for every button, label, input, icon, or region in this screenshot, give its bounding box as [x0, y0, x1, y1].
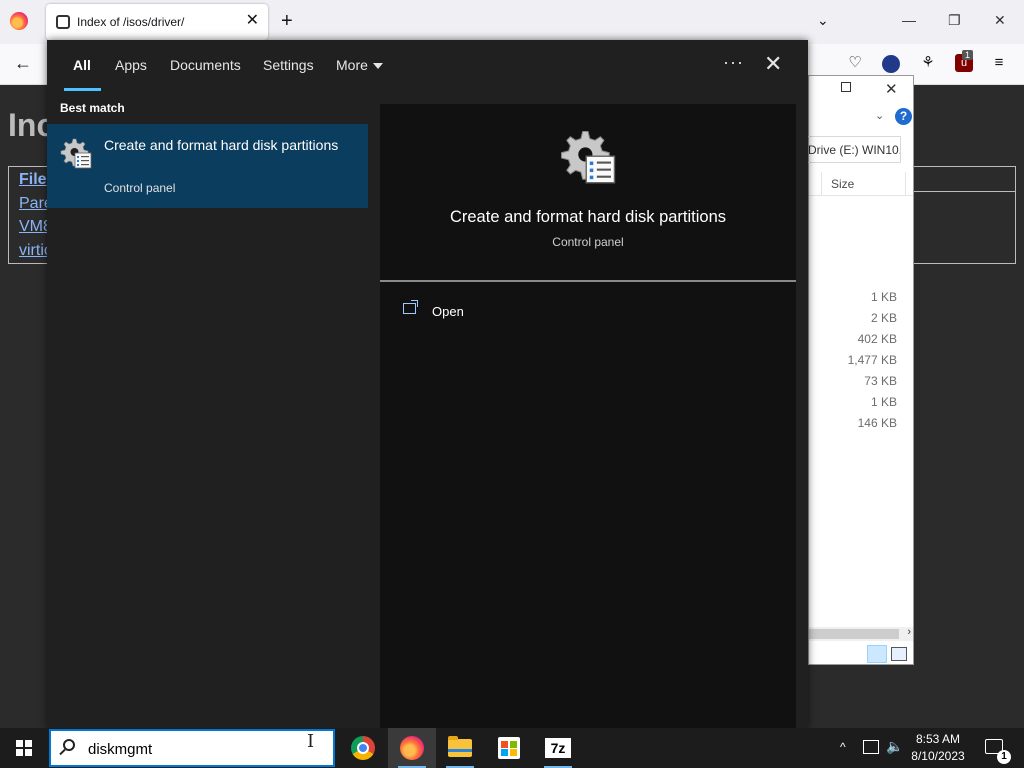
restore-button[interactable]: ❐ [948, 12, 961, 29]
open-icon [403, 300, 418, 314]
expand-ribbon-icon[interactable]: ⌄ [875, 109, 884, 122]
new-tab-button[interactable]: + [281, 10, 293, 32]
taskbar-app-firefox[interactable] [388, 728, 436, 768]
notification-count-badge: 1 [997, 750, 1011, 764]
taskbar-app-file-explorer[interactable] [436, 728, 484, 768]
search-filter-tabs: All Apps Documents Settings More ··· ✕ [47, 40, 808, 92]
tab-all[interactable]: All [73, 57, 91, 73]
more-options-icon[interactable]: ··· [723, 52, 744, 73]
result-detail-pane: Create and format hard disk partitions C… [380, 104, 796, 728]
extensions-icon[interactable]: ⚘ [919, 54, 937, 72]
taskbar-app-store[interactable] [485, 728, 533, 768]
taskbar-app-7zip[interactable]: 7z [534, 728, 582, 768]
tab-apps[interactable]: Apps [115, 57, 147, 73]
help-icon[interactable]: ? [895, 108, 912, 125]
more-caret-icon[interactable] [373, 63, 383, 69]
file-size: 73 KB [864, 374, 897, 388]
back-arrow-icon[interactable]: ← [14, 53, 32, 74]
volume-icon[interactable]: 🔈 [886, 738, 903, 755]
open-action[interactable]: Open [400, 300, 600, 322]
search-icon [63, 739, 75, 751]
chrome-icon [351, 736, 375, 760]
ublock-badge: 1 [962, 50, 974, 60]
microsoft-store-icon [498, 737, 520, 759]
scrollbar-thumb[interactable] [809, 629, 899, 639]
tab-documents[interactable]: Documents [170, 57, 241, 73]
file-explorer-window: ✕ ⌄ ? Drive (E:) WIN10... Size 1 KB 2 KB… [799, 75, 914, 665]
browser-tab-bar: Index of /isos/driver/ ✕ + ⌄ — ❐ ✕ [0, 0, 1024, 44]
best-match-subtitle: Control panel [104, 181, 176, 195]
active-tab-indicator [64, 88, 101, 91]
best-match-result[interactable]: Create and format hard disk partitions C… [47, 124, 368, 208]
size-column-label: Size [831, 177, 855, 191]
tab-close-icon[interactable]: ✕ [246, 12, 259, 30]
detail-divider [380, 280, 796, 282]
detail-subtitle: Control panel [552, 235, 624, 249]
tab-title: Index of /isos/driver/ [77, 15, 185, 29]
file-size: 1 KB [870, 395, 897, 409]
address-bar[interactable]: Drive (E:) WIN10... [799, 136, 901, 163]
folder-icon [448, 736, 472, 757]
file-size: 1,477 KB [847, 353, 897, 367]
file-size: 402 KB [857, 332, 897, 346]
taskbar-search-box[interactable]: I [49, 729, 335, 767]
horizontal-scrollbar[interactable]: › [809, 626, 913, 641]
best-match-heading: Best match [60, 101, 125, 115]
results-list: Best match Create and format hard disk p… [47, 92, 380, 728]
taskbar-app-chrome[interactable] [339, 728, 387, 768]
file-column-header-link[interactable]: File [19, 171, 47, 189]
search-close-icon[interactable]: ✕ [764, 52, 782, 76]
scroll-right-icon[interactable]: › [907, 626, 911, 638]
file-size: 146 KB [857, 416, 897, 430]
disk-management-large-icon [561, 131, 616, 184]
taskbar: I 7z ^ 🔈 8:53 AM 8/10/2023 1 [0, 728, 1024, 768]
open-action-label: Open [432, 304, 464, 319]
clock-time[interactable]: 8:53 AM [908, 732, 968, 746]
clock-date[interactable]: 8/10/2023 [908, 749, 968, 763]
start-button[interactable] [0, 728, 48, 768]
file-size: 1 KB [870, 290, 897, 304]
best-match-title: Create and format hard disk partitions [104, 137, 339, 153]
text-cursor-icon: I [307, 731, 315, 752]
large-icons-view-icon[interactable] [891, 647, 907, 661]
windows-logo-icon [16, 740, 32, 756]
browser-tab[interactable]: Index of /isos/driver/ ✕ [46, 4, 268, 40]
details-view-icon[interactable] [867, 645, 887, 663]
network-icon[interactable] [863, 740, 879, 754]
show-hidden-icons-icon[interactable]: ^ [840, 740, 846, 754]
disk-management-icon [60, 138, 92, 169]
tab-settings[interactable]: Settings [263, 57, 314, 73]
list-all-tabs-icon[interactable]: ⌄ [817, 12, 829, 29]
7zip-icon: 7z [545, 738, 571, 758]
maximize-icon[interactable] [841, 82, 851, 92]
tab-more[interactable]: More [336, 57, 368, 73]
minimize-button[interactable]: — [902, 12, 916, 28]
explorer-close-icon[interactable]: ✕ [885, 80, 898, 98]
detail-title: Create and format hard disk partitions [449, 208, 727, 226]
search-panel: All Apps Documents Settings More ··· ✕ B… [47, 40, 808, 728]
pocket-icon[interactable]: ♡ [846, 54, 864, 72]
window-close-button[interactable]: ✕ [994, 12, 1006, 29]
account-icon[interactable] [882, 55, 900, 73]
size-column-header[interactable]: Size [809, 172, 913, 196]
firefox-logo-icon[interactable] [10, 12, 28, 30]
page-favicon-icon [56, 15, 70, 29]
search-input[interactable] [88, 738, 308, 760]
firefox-icon [400, 736, 424, 760]
app-menu-icon[interactable]: ≡ [990, 54, 1008, 72]
file-size: 2 KB [870, 311, 897, 325]
